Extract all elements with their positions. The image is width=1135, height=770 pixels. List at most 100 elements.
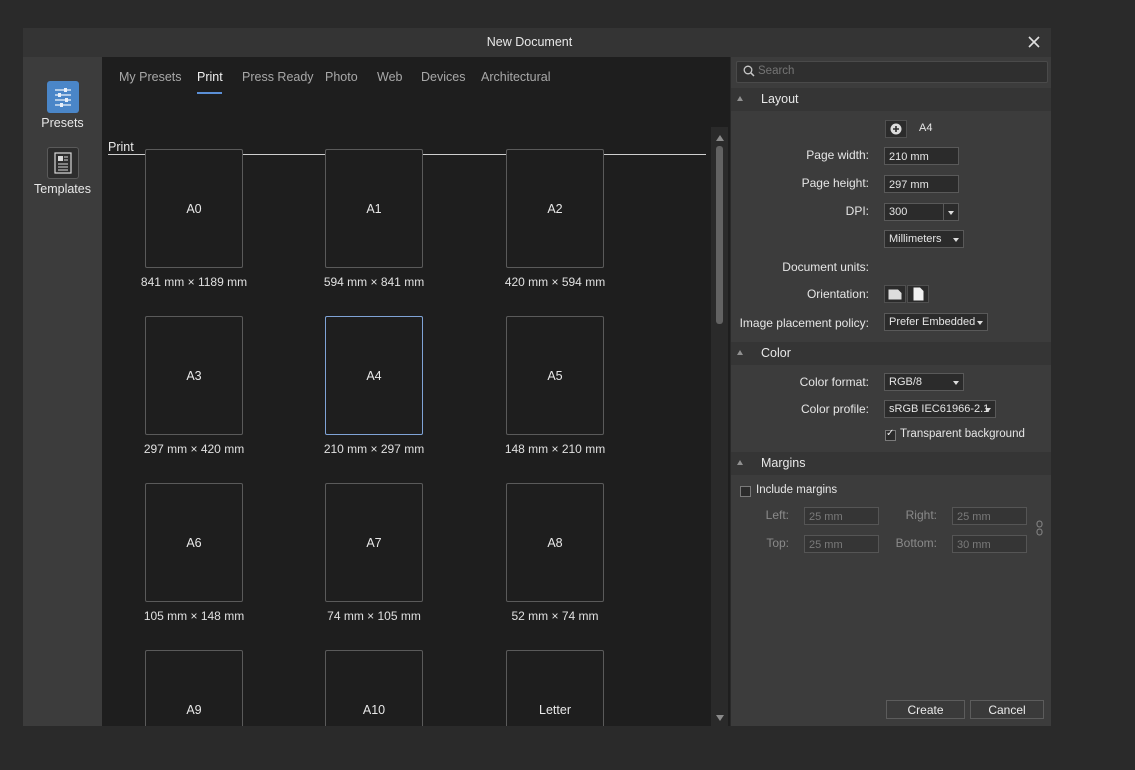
rail-presets[interactable]: Presets bbox=[23, 81, 102, 130]
page-height-label: Page height: bbox=[801, 176, 869, 190]
tab-my-presets[interactable]: My Presets bbox=[119, 70, 182, 84]
margin-top-label: Top: bbox=[766, 536, 789, 550]
page-width-label: Page width: bbox=[806, 148, 869, 162]
tab-press-ready[interactable]: Press Ready bbox=[242, 70, 314, 84]
plus-icon bbox=[890, 123, 902, 135]
scroll-up-icon bbox=[715, 135, 724, 141]
preset-thumbnail: A3 bbox=[145, 316, 243, 435]
preset-tile[interactable]: A7 74 mm × 105 mm bbox=[299, 483, 449, 623]
image-placement-value: Prefer Embedded bbox=[889, 316, 976, 328]
page-width-field[interactable]: 210 mm bbox=[884, 147, 959, 165]
close-button[interactable] bbox=[1023, 30, 1045, 54]
presets-icon bbox=[46, 81, 79, 113]
preset-thumbnail: A9 bbox=[145, 650, 243, 726]
margin-right-label: Right: bbox=[905, 508, 937, 522]
preset-tile[interactable]: A10 bbox=[299, 650, 449, 726]
tab-print[interactable]: Print bbox=[197, 70, 223, 84]
portrait-icon bbox=[913, 287, 923, 301]
margin-bottom-field[interactable]: 30 mm bbox=[952, 535, 1027, 553]
preset-thumbnail: A6 bbox=[145, 483, 243, 602]
preset-tile[interactable]: Letter bbox=[480, 650, 630, 726]
margin-bottom-label: Bottom: bbox=[895, 536, 937, 550]
transparent-background-checkbox[interactable] bbox=[885, 428, 896, 441]
landscape-icon bbox=[888, 289, 902, 299]
dialog-title: New Document bbox=[486, 35, 573, 49]
preset-tile-selected[interactable]: A4 210 mm × 297 mm bbox=[299, 316, 449, 456]
combo-divider bbox=[943, 204, 944, 220]
tab-photo[interactable]: Photo bbox=[325, 70, 358, 84]
chevron-down-icon bbox=[977, 321, 983, 325]
preset-tile[interactable]: A3 297 mm × 420 mm bbox=[119, 316, 269, 456]
portrait-button[interactable] bbox=[907, 285, 929, 303]
margins-heading: Margins bbox=[761, 456, 806, 470]
preset-size: 210 mm × 297 mm bbox=[323, 442, 425, 456]
scroll-thumb[interactable] bbox=[716, 146, 723, 324]
chevron-down-icon bbox=[948, 211, 954, 215]
preset-scrollbar[interactable] bbox=[711, 127, 728, 726]
preset-size: 74 mm × 105 mm bbox=[327, 609, 421, 623]
scroll-down-button[interactable] bbox=[711, 711, 728, 725]
tab-devices[interactable]: Devices bbox=[421, 70, 465, 84]
color-profile-label: Color profile: bbox=[800, 402, 869, 416]
include-margins-label: Include margins bbox=[756, 484, 838, 496]
add-preset-button[interactable] bbox=[885, 120, 907, 138]
cancel-button[interactable]: Cancel bbox=[970, 700, 1044, 719]
preset-tile[interactable]: A0 841 mm × 1189 mm bbox=[119, 149, 269, 289]
transparent-background-label: Transparent background bbox=[900, 428, 1025, 440]
scroll-down-icon bbox=[715, 715, 724, 721]
preset-size: 148 mm × 210 mm bbox=[504, 442, 606, 456]
page-height-field[interactable]: 297 mm bbox=[884, 175, 959, 193]
search-input[interactable] bbox=[758, 65, 1038, 77]
rail-templates[interactable]: Templates bbox=[23, 147, 102, 196]
preset-tile[interactable]: A1 594 mm × 841 mm bbox=[299, 149, 449, 289]
new-document-dialog: New Document Presets Templates My Preset… bbox=[23, 28, 1051, 726]
dpi-label: DPI: bbox=[845, 204, 869, 218]
active-tab-indicator bbox=[197, 92, 222, 94]
color-format-dropdown[interactable]: RGB/8 bbox=[884, 373, 964, 391]
preset-browser: My Presets Print Press Ready Photo Web D… bbox=[102, 57, 730, 726]
current-preset-name: A4 bbox=[919, 122, 933, 134]
preset-tile[interactable]: A9 bbox=[119, 650, 269, 726]
search-icon bbox=[743, 65, 755, 77]
color-format-value: RGB/8 bbox=[889, 376, 923, 388]
color-profile-dropdown[interactable]: sRGB IEC61966-2.1 bbox=[884, 400, 996, 418]
create-button[interactable]: Create bbox=[886, 700, 965, 719]
tab-architectural[interactable]: Architectural bbox=[481, 70, 550, 84]
margins-group-header[interactable]: Margins bbox=[731, 452, 1051, 475]
document-units-dropdown[interactable]: Millimeters bbox=[884, 230, 964, 248]
preset-tile[interactable]: A8 52 mm × 74 mm bbox=[480, 483, 630, 623]
search-box[interactable] bbox=[736, 61, 1048, 83]
scroll-up-button[interactable] bbox=[711, 131, 728, 145]
image-placement-label: Image placement policy: bbox=[739, 316, 869, 330]
collapse-arrow-icon bbox=[737, 460, 743, 465]
image-placement-dropdown[interactable]: Prefer Embedded bbox=[884, 313, 988, 331]
color-heading: Color bbox=[761, 346, 791, 360]
preset-thumbnail: A7 bbox=[325, 483, 423, 602]
preset-tile[interactable]: A6 105 mm × 148 mm bbox=[119, 483, 269, 623]
color-group-header[interactable]: Color bbox=[731, 342, 1051, 365]
templates-label: Templates bbox=[34, 182, 91, 196]
dpi-combo[interactable]: 300 bbox=[884, 203, 959, 221]
tab-web[interactable]: Web bbox=[377, 70, 402, 84]
collapse-arrow-icon bbox=[737, 96, 743, 101]
preset-tile[interactable]: A5 148 mm × 210 mm bbox=[480, 316, 630, 456]
margin-top-field[interactable]: 25 mm bbox=[804, 535, 879, 553]
layout-group-header[interactable]: Layout bbox=[731, 88, 1051, 111]
preset-size: 52 mm × 74 mm bbox=[511, 609, 599, 623]
include-margins-checkbox[interactable] bbox=[740, 486, 751, 497]
margin-left-field[interactable]: 25 mm bbox=[804, 507, 879, 525]
preset-size: 105 mm × 148 mm bbox=[143, 609, 245, 623]
collapse-arrow-icon bbox=[737, 350, 743, 355]
link-margins-button[interactable] bbox=[1036, 520, 1043, 539]
preset-thumbnail: A4 bbox=[325, 316, 423, 435]
margin-left-label: Left: bbox=[765, 508, 789, 522]
layout-heading: Layout bbox=[761, 92, 799, 106]
settings-panel: Layout A4 Page width: 210 mm Page height… bbox=[730, 57, 1051, 726]
margin-right-field[interactable]: 25 mm bbox=[952, 507, 1027, 525]
landscape-button[interactable] bbox=[884, 285, 906, 303]
color-format-label: Color format: bbox=[799, 375, 869, 389]
preset-tile[interactable]: A2 420 mm × 594 mm bbox=[480, 149, 630, 289]
document-units-value: Millimeters bbox=[889, 233, 942, 245]
preset-size: 420 mm × 594 mm bbox=[504, 275, 606, 289]
chain-link-icon bbox=[1036, 520, 1043, 536]
